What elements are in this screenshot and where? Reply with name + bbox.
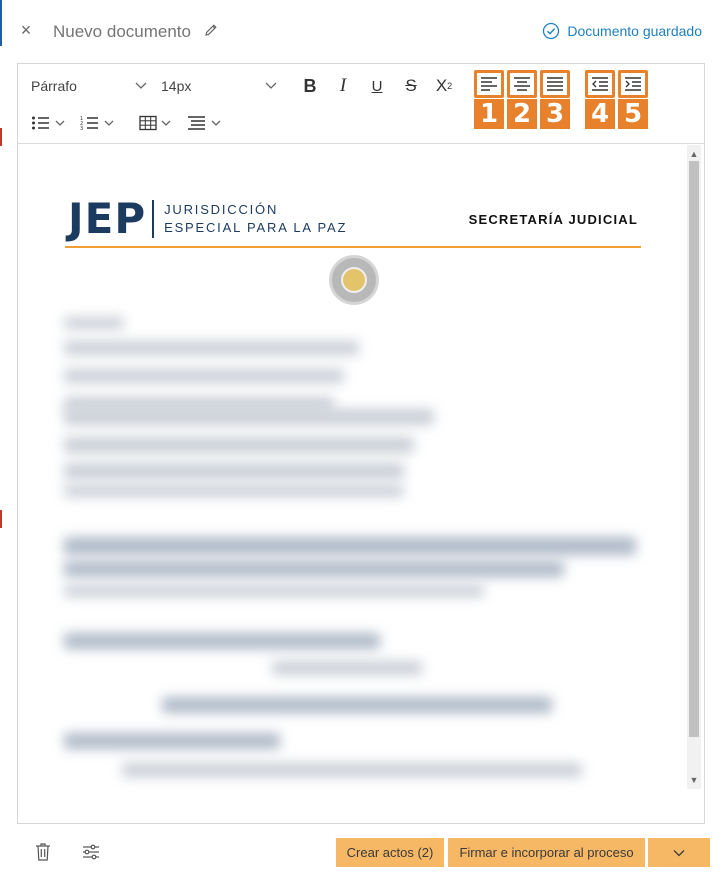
superscript-button[interactable]: X2: [432, 74, 456, 98]
more-options-dropdown[interactable]: [648, 838, 710, 867]
justify-icon: [547, 77, 563, 91]
bold-button[interactable]: B: [298, 74, 322, 98]
underline-button[interactable]: U: [365, 74, 389, 98]
chevron-down-icon: [55, 120, 65, 126]
header-divider: [65, 246, 641, 248]
chevron-down-icon: [673, 849, 685, 856]
blurred-text: [64, 409, 434, 425]
paragraph-style-value: Párrafo: [31, 78, 77, 94]
logo-divider: [152, 200, 155, 238]
window-edge-accent: [0, 128, 2, 146]
save-status-label: Documento guardado: [567, 23, 702, 39]
strikethrough-button[interactable]: S: [399, 74, 423, 98]
blurred-text: [64, 485, 404, 497]
table-button[interactable]: [139, 112, 172, 134]
editor-toolbar: Párrafo 14px B I U S X2 1 2 3 4 5 1 2 3: [18, 64, 704, 144]
blurred-text: [64, 561, 564, 577]
chevron-down-icon: [211, 120, 221, 126]
line-spacing-icon: [188, 116, 205, 130]
close-button[interactable]: ×: [16, 20, 36, 40]
indent-icon: [625, 77, 641, 91]
chevron-down-icon: [134, 78, 148, 95]
outdent-button[interactable]: [585, 70, 615, 98]
logo-line-1: JURISDICCIÓN: [164, 202, 279, 217]
paragraph-style-select[interactable]: Párrafo: [31, 74, 148, 98]
blurred-text: [64, 733, 280, 749]
bullet-list-icon: [32, 116, 49, 130]
blurred-text: [272, 661, 422, 675]
callout-number: 5: [618, 99, 648, 129]
blurred-text: [64, 585, 484, 597]
blurred-text: [162, 697, 552, 713]
line-spacing-button[interactable]: [187, 112, 222, 134]
superscript-exponent: 2: [447, 81, 453, 91]
logo-line-2: ESPECIAL PARA LA PAZ: [164, 220, 348, 235]
vertical-scrollbar[interactable]: ▲ ▼: [687, 145, 701, 789]
trash-icon[interactable]: [35, 842, 51, 867]
logo-letters: JEP: [68, 194, 147, 243]
outdent-icon: [592, 77, 608, 91]
justify-button[interactable]: [540, 70, 570, 98]
dialog-footer: Crear actos (2) Firmar e incorporar al p…: [0, 830, 722, 882]
document-content-area[interactable]: JEP JURISDICCIÓN ESPECIAL PARA LA PAZ SE…: [18, 145, 704, 789]
table-icon: [139, 115, 157, 131]
blurred-text: [64, 463, 404, 479]
save-status: Documento guardado: [542, 22, 702, 40]
callout-number: 2: [507, 99, 537, 129]
scroll-thumb[interactable]: [689, 161, 699, 737]
header-department: SECRETARÍA JUDICIAL: [468, 212, 638, 227]
sign-and-incorporate-button[interactable]: Firmar e incorporar al proceso: [448, 838, 645, 867]
callout-number: 1: [474, 99, 504, 129]
callout-number: 3: [540, 99, 570, 129]
check-circle-icon: [542, 22, 560, 40]
window-edge-accent: [0, 510, 2, 528]
pencil-icon[interactable]: [203, 22, 219, 38]
dialog-header: × Nuevo documento Documento guardado: [0, 0, 722, 62]
font-size-select[interactable]: 14px: [161, 74, 278, 98]
blurred-text: [64, 341, 359, 355]
align-left-icon: [481, 77, 497, 91]
align-center-icon: [514, 77, 530, 91]
rich-text-editor: Párrafo 14px B I U S X2 1 2 3 4 5 1 2 3 …: [17, 63, 705, 824]
svg-text:3: 3: [80, 126, 83, 131]
logo-wordmark: JURISDICCIÓN ESPECIAL PARA LA PAZ: [164, 201, 347, 237]
blurred-text: [64, 537, 636, 555]
blurred-text: [64, 317, 124, 329]
align-center-button[interactable]: [507, 70, 537, 98]
sliders-icon[interactable]: [82, 843, 100, 866]
document-title: Nuevo documento: [53, 22, 191, 41]
create-acts-button[interactable]: Crear actos (2): [336, 838, 444, 867]
colombia-seal-icon: [329, 255, 379, 305]
numbered-list-button[interactable]: 123: [80, 112, 115, 134]
blurred-text: [64, 633, 380, 649]
blurred-text: [64, 369, 344, 383]
align-left-button[interactable]: [474, 70, 504, 98]
blurred-text: [122, 763, 582, 777]
chevron-down-icon: [161, 120, 171, 126]
indent-button[interactable]: [618, 70, 648, 98]
superscript-base: X: [435, 76, 448, 95]
bullet-list-button[interactable]: [31, 112, 66, 134]
chevron-down-icon: [104, 120, 114, 126]
callout-number: 4: [585, 99, 615, 129]
font-size-value: 14px: [161, 78, 192, 94]
scroll-up-arrow[interactable]: ▲: [687, 147, 701, 161]
scroll-down-arrow[interactable]: ▼: [687, 773, 701, 787]
italic-button[interactable]: I: [331, 74, 355, 98]
numbered-list-icon: 123: [80, 116, 98, 131]
document-page: JEP JURISDICCIÓN ESPECIAL PARA LA PAZ SE…: [62, 145, 644, 789]
blurred-text: [64, 437, 414, 453]
jep-logo: JEP JURISDICCIÓN ESPECIAL PARA LA PAZ: [68, 198, 347, 240]
chevron-down-icon: [264, 78, 278, 95]
